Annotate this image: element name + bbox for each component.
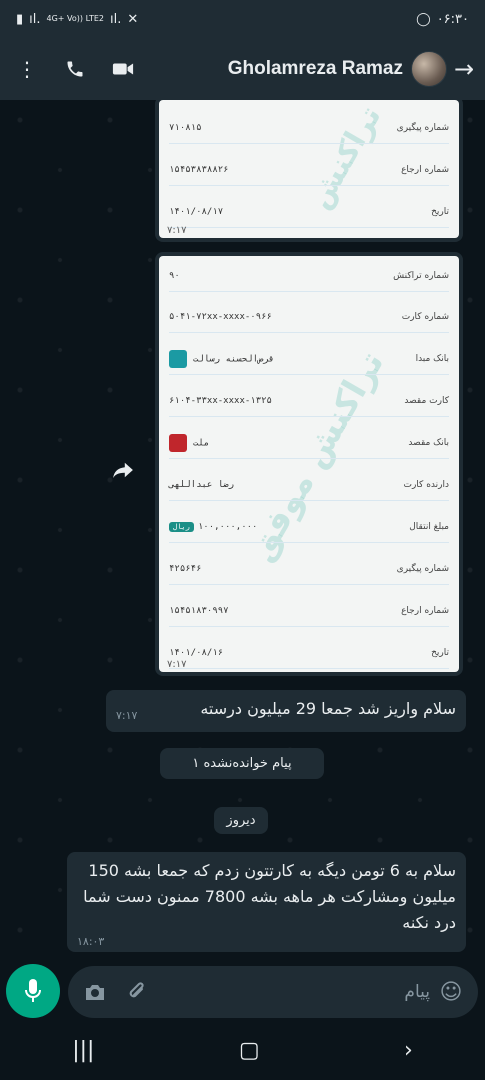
message-bubble[interactable]: سلام به 6 تومن دیگه به کارتتون زدم که جم… [67,852,466,952]
mute-icon: ✕ [127,11,139,27]
message-text: سلام به 6 تومن دیگه به کارتتون زدم که جم… [83,861,456,932]
status-bar: ▮ ıl. 4G+ Vo)) LTE2 ıl. ✕ ◯ ۰۶:۳۰ [0,0,485,38]
date-chip: دیروز [214,807,268,834]
sim-icon: ▮ [16,11,24,27]
receipt-row: ۵۰۴۱-۷۲xx-xxxx-۰۹۶۶ شماره کارت [169,301,449,333]
receipt-row: ۱۵۴۵۳۸۳۸۸۲۶ شماره ارجاع [169,154,449,186]
contact-name[interactable]: Gholamreza Ramaz [154,58,403,80]
receipt-row: ملت بانک مقصد [169,427,449,459]
mic-button[interactable] [6,964,60,1018]
signal-icon: ıl. [109,11,122,27]
back-icon[interactable]: › [404,1038,413,1063]
message-bubble[interactable]: سلام واریز شد جمعا 29 میلیون درسته ۷:۱۷ [106,690,466,732]
bank-logo-icon [169,433,187,452]
bank-logo-icon [169,349,187,368]
receipt-image-main[interactable]: تراکنش موفق ۹۰ شماره تراکنش ۵۰۴۱-۷۲xx-xx… [155,252,463,676]
back-arrow-icon[interactable]: → [453,55,475,83]
camera-icon[interactable] [80,977,110,1007]
whatsapp-icon: ◯ [416,11,431,27]
receipt-row: ۱۴۰۱/۰۸/۱۷ تاریخ [169,196,449,228]
receipt-row: ۶۱۰۴-۳۳xx-xxxx-۱۳۲۵ کارت مقصد [169,385,449,417]
video-icon[interactable] [106,52,140,86]
avatar[interactable] [411,51,447,87]
clock: ۰۶:۳۰ [436,11,469,27]
receipt-row: ۹۰ شماره تراکنش [169,260,449,292]
receipt-row: رضا عبداللهی دارنده کارت [169,469,449,501]
system-nav-bar: ||| ▢ › [0,1020,485,1080]
message-time: ۷:۱۷ [116,709,138,722]
message-text: سلام واریز شد جمعا 29 میلیون درسته [200,699,456,718]
signal-icon: ıl. [29,11,41,27]
attach-icon[interactable] [122,977,152,1007]
currency-badge: ریال [169,521,194,532]
chat-area[interactable]: تراکنش ۷۱۰۸۱۵ شماره پیگیری ۱۵۴۵۳۸۳۸۸۲۶ ش… [0,100,485,962]
receipt-row: ۴۲۵۶۴۶ شماره پیگیری [169,553,449,585]
call-icon[interactable] [58,52,92,86]
mic-icon [25,979,41,1002]
home-icon[interactable]: ▢ [239,1038,260,1063]
receipt-row: ۱۴۰۱/۰۸/۱۶ تاریخ [169,637,449,669]
more-icon[interactable]: ⋮ [10,52,44,86]
message-composer: ☺ [68,966,478,1018]
receipt-row: ریال ۱۰۰,۰۰۰,۰۰۰ مبلغ انتقال [169,511,449,543]
forward-icon[interactable] [108,455,138,485]
message-time: ۱۸:۰۳ [77,935,105,948]
network-label: 4G+ Vo)) LTE2 [46,14,104,23]
message-time: ۷:۱۷ [167,659,187,670]
recent-apps-icon[interactable]: ||| [72,1038,94,1063]
message-input[interactable] [164,982,430,1002]
receipt-row: ۱۵۴۵۱۸۳۰۹۹۷ شماره ارجاع [169,595,449,627]
message-time: ۷:۱۷ [167,225,187,236]
unread-messages-chip: ۱ پیام خوانده‌نشده [160,748,324,779]
receipt-row: قرض‌الحسنه رسالت بانک مبدا [169,343,449,375]
receipt-image-top[interactable]: تراکنش ۷۱۰۸۱۵ شماره پیگیری ۱۵۴۵۳۸۳۸۸۲۶ ش… [155,100,463,242]
emoji-icon[interactable]: ☺ [436,977,466,1007]
chat-header: ⋮ Gholamreza Ramaz → [0,38,485,100]
receipt-row: ۷۱۰۸۱۵ شماره پیگیری [169,112,449,144]
